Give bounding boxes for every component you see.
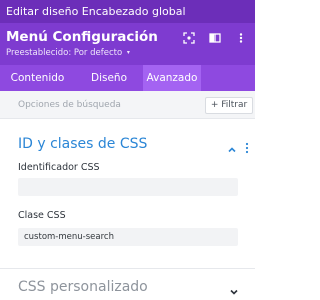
more-options-icon[interactable]	[234, 31, 248, 45]
section-title[interactable]: ID y clases de CSS	[18, 136, 147, 152]
search-bar: Opciones de búsqueda + Filtrar	[0, 91, 255, 119]
filter-button[interactable]: + Filtrar	[205, 97, 253, 114]
tab-content[interactable]: Contenido	[0, 65, 75, 91]
tab-design[interactable]: Diseño	[75, 65, 143, 91]
chevron-up-icon[interactable]	[227, 140, 237, 153]
chevron-down-icon: ▾	[126, 49, 130, 56]
focus-mode-icon[interactable]	[182, 31, 196, 45]
preset-label: Preestablecido: Por defecto	[6, 48, 123, 58]
module-header: Menú Configuración Preestablecido: Por d…	[0, 23, 255, 65]
tab-advanced[interactable]: Avanzado	[143, 65, 201, 91]
custom-css-section-title[interactable]: CSS personalizado	[18, 279, 148, 295]
section-divider	[0, 268, 255, 269]
css-class-label: Clase CSS	[18, 210, 66, 221]
section-more-icon[interactable]	[244, 139, 250, 154]
chevron-down-icon[interactable]	[229, 282, 239, 295]
css-id-input[interactable]	[18, 178, 238, 196]
preset-selector[interactable]: Preestablecido: Por defecto ▾	[6, 48, 130, 58]
settings-tabs: Contenido Diseño Avanzado	[0, 65, 255, 91]
window-title: Editar diseño Encabezado global	[0, 0, 255, 23]
search-input[interactable]: Opciones de búsqueda	[18, 91, 121, 119]
css-id-label: Identificador CSS	[18, 162, 100, 173]
split-view-icon[interactable]	[208, 31, 222, 45]
css-class-input[interactable]	[18, 228, 238, 246]
module-title: Menú Configuración	[6, 29, 158, 45]
